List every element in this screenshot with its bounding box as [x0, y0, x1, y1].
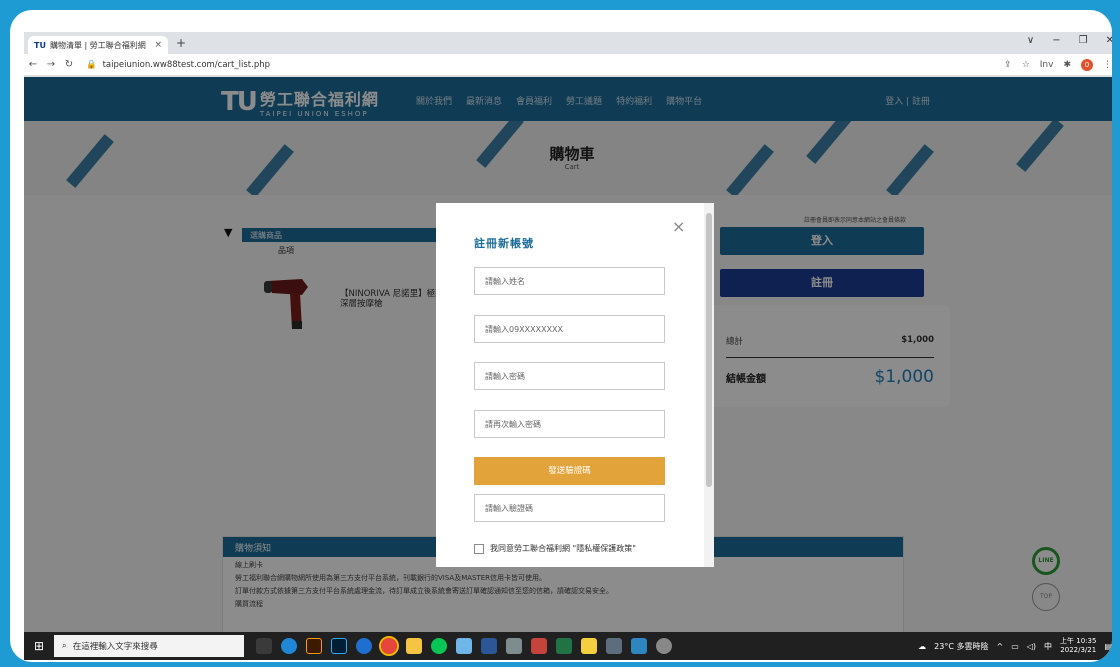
- app-icon[interactable]: [531, 638, 547, 654]
- excel-icon[interactable]: [556, 638, 572, 654]
- register-modal: × 註冊新帳號 發送驗證碼 我同意勞工聯合福利網 "隱私權保護政策": [436, 203, 714, 567]
- pinned-apps: [256, 636, 672, 656]
- privacy-agree-label[interactable]: 我同意勞工聯合福利網 "隱私權保護政策": [490, 543, 636, 554]
- windows-start-icon[interactable]: ⊞: [24, 632, 54, 660]
- chrome-icon[interactable]: [379, 636, 399, 656]
- clock-time: 上午 10:35: [1060, 637, 1097, 645]
- task-view-icon[interactable]: [256, 638, 272, 654]
- address-bar[interactable]: 🔒 taipeiunion.ww88test.com/cart_list.php: [86, 60, 270, 70]
- reload-icon[interactable]: ↻: [60, 59, 78, 70]
- screen: TU 購物清單 | 勞工聯合福利網 × + ∨ − ❐ ✕ ← → ↻ 🔒 ta…: [24, 32, 1112, 660]
- minimize-button[interactable]: −: [1052, 35, 1060, 46]
- bookmark-star-icon[interactable]: ☆: [1022, 60, 1030, 70]
- edge-icon[interactable]: [281, 638, 297, 654]
- ime-indicator[interactable]: 中: [1044, 641, 1052, 652]
- app-icon[interactable]: [456, 638, 472, 654]
- line-app-icon[interactable]: [431, 638, 447, 654]
- tab-search-icon[interactable]: ∨: [1027, 35, 1034, 46]
- extension-inv-icon[interactable]: Inv: [1040, 60, 1054, 70]
- window-controls: ∨ − ❐ ✕: [1027, 35, 1112, 46]
- illustrator-icon[interactable]: [306, 638, 322, 654]
- browser-toolbar: ← → ↻ 🔒 taipeiunion.ww88test.com/cart_li…: [24, 54, 1112, 76]
- back-icon[interactable]: ←: [24, 59, 42, 70]
- app-icon[interactable]: [506, 638, 522, 654]
- url-text: taipeiunion.ww88test.com/cart_list.php: [102, 59, 270, 70]
- system-tray: ☁ 23°C 多雲時陰 ^ ▭ ◁) 中 上午 10:35 2022/3/21 …: [918, 637, 1112, 655]
- network-icon[interactable]: ▭: [1011, 642, 1019, 651]
- tab-close-icon[interactable]: ×: [154, 40, 162, 50]
- tab-strip: TU 購物清單 | 勞工聯合福利網 × + ∨ − ❐ ✕: [24, 32, 1112, 54]
- phone-input[interactable]: [474, 315, 665, 343]
- taskbar-clock[interactable]: 上午 10:35 2022/3/21: [1060, 637, 1096, 655]
- tab-favicon-icon: TU: [34, 40, 46, 50]
- calculator-icon[interactable]: [606, 638, 622, 654]
- extensions-puzzle-icon[interactable]: ✱: [1063, 60, 1071, 70]
- share-icon[interactable]: ⇪: [1004, 60, 1012, 70]
- monitor-frame: TU 購物清單 | 勞工聯合福利網 × + ∨ − ❐ ✕ ← → ↻ 🔒 ta…: [10, 10, 1112, 662]
- remote-desktop-icon[interactable]: [631, 638, 647, 654]
- modal-scrollbar-thumb[interactable]: [706, 213, 712, 487]
- browser-tab[interactable]: TU 購物清單 | 勞工聯合福利網 ×: [28, 36, 168, 54]
- tab-title: 購物清單 | 勞工聯合福利網: [49, 40, 146, 50]
- toolbar-actions: ⇪ ☆ Inv ✱ 0 ⋮: [1004, 58, 1112, 71]
- word-icon[interactable]: [481, 638, 497, 654]
- weather-icon: ☁: [918, 641, 927, 651]
- profile-avatar[interactable]: 0: [1081, 58, 1093, 71]
- name-input[interactable]: [474, 267, 665, 295]
- web-page: TU 勞工聯合福利網 TAIPEI UNION ESHOP 關於我們 最新消息 …: [24, 77, 1112, 632]
- privacy-checkbox[interactable]: [474, 543, 484, 554]
- privacy-agree: 我同意勞工聯合福利網 "隱私權保護政策": [474, 543, 636, 554]
- tray-chevron-icon[interactable]: ^: [996, 642, 1003, 651]
- weather-text[interactable]: 23°C 多雲時陰: [934, 641, 988, 652]
- volume-icon[interactable]: ◁): [1027, 642, 1036, 651]
- internet-explorer-icon[interactable]: [356, 638, 372, 654]
- more-menu-icon[interactable]: ⋮: [1103, 60, 1112, 70]
- password-confirm-input[interactable]: [474, 410, 665, 438]
- taskbar-search-placeholder: 在這裡輸入文字來搜尋: [72, 642, 158, 652]
- windows-taskbar: ⊞ ⌕ 在這裡輸入文字來搜尋 ☁ 23°C 多雲時陰 ^ ▭ ◁) 中 上午 1…: [24, 632, 1112, 660]
- forward-icon[interactable]: →: [42, 59, 60, 70]
- send-code-button[interactable]: 發送驗證碼: [474, 457, 665, 485]
- close-window-button[interactable]: ✕: [1106, 35, 1112, 46]
- password-input[interactable]: [474, 362, 665, 390]
- lock-icon: 🔒: [86, 59, 97, 70]
- modal-close-icon[interactable]: ×: [672, 217, 685, 236]
- photoshop-icon[interactable]: [331, 638, 347, 654]
- file-explorer-icon[interactable]: [406, 638, 422, 654]
- clock-date: 2022/3/21: [1060, 646, 1097, 654]
- sticky-notes-icon[interactable]: [581, 638, 597, 654]
- modal-title: 註冊新帳號: [474, 237, 534, 250]
- new-tab-button[interactable]: +: [176, 36, 186, 50]
- search-icon: ⌕: [62, 641, 67, 651]
- app-icon[interactable]: [656, 638, 672, 654]
- modal-scrollbar[interactable]: [704, 203, 714, 567]
- taskbar-search[interactable]: ⌕ 在這裡輸入文字來搜尋: [54, 635, 244, 657]
- verification-code-input[interactable]: [474, 494, 665, 522]
- notifications-icon[interactable]: ▤: [1104, 642, 1112, 651]
- maximize-button[interactable]: ❐: [1079, 35, 1088, 46]
